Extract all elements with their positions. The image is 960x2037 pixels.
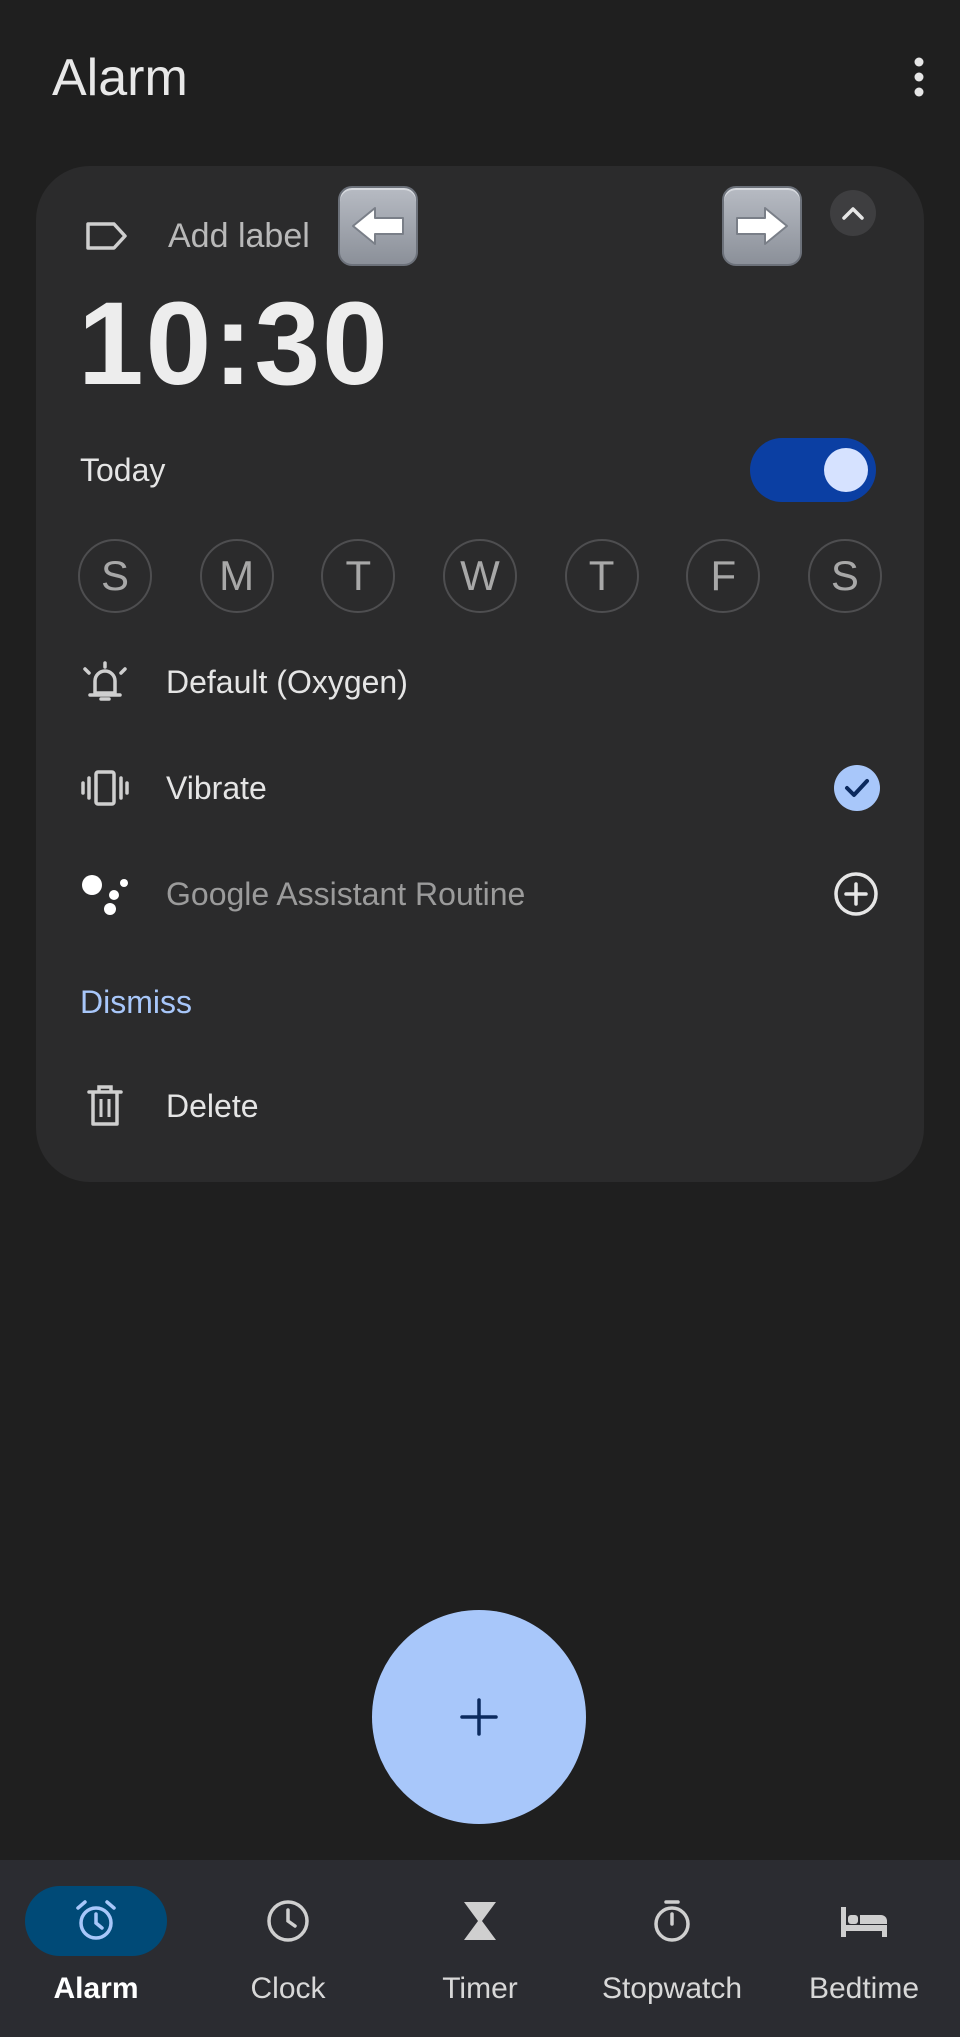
- nav-pill-clock: [217, 1886, 359, 1956]
- page-title: Alarm: [52, 49, 188, 107]
- nav-label-timer: Timer: [442, 1972, 518, 2005]
- alarm-bell-icon: [80, 657, 130, 707]
- nav-pill-stopwatch: [601, 1886, 743, 1956]
- day-chip-tuesday[interactable]: T: [321, 539, 396, 613]
- days-row: S M T W T F S: [78, 539, 882, 613]
- vibrate-checkbox[interactable]: [834, 765, 880, 811]
- right-arrow-icon: [736, 207, 788, 245]
- nav-pill-alarm: [25, 1886, 167, 1956]
- dismiss-button[interactable]: Dismiss: [80, 984, 192, 1021]
- trash-icon: [80, 1081, 130, 1131]
- assistant-routine-label: Google Assistant Routine: [166, 875, 526, 912]
- bed-icon: [841, 1907, 887, 1937]
- plus-icon: [460, 1698, 498, 1736]
- nav-label-alarm: Alarm: [53, 1972, 139, 2005]
- vibrate-label: Vibrate: [166, 769, 267, 806]
- check-icon: [845, 779, 869, 797]
- alarm-card: Add label 10:30 Today S M T W T F S Defa…: [36, 166, 924, 1182]
- delete-label: Delete: [166, 1087, 259, 1124]
- day-chip-saturday[interactable]: S: [807, 539, 882, 613]
- add-label-text[interactable]: Add label: [168, 217, 310, 256]
- nav-label-clock: Clock: [250, 1972, 326, 2005]
- app-bar: Alarm: [0, 0, 960, 150]
- nav-item-stopwatch[interactable]: Stopwatch: [576, 1886, 768, 2026]
- more-vert-icon: [914, 57, 924, 97]
- nav-item-timer[interactable]: Timer: [384, 1886, 576, 2026]
- alarm-time[interactable]: 10:30: [78, 276, 390, 412]
- ringtone-row[interactable]: Default (Oxygen): [80, 652, 880, 712]
- ringtone-label: Default (Oxygen): [166, 663, 408, 700]
- nav-label-bedtime: Bedtime: [808, 1972, 920, 2005]
- more-options-button[interactable]: [904, 52, 934, 102]
- delete-row[interactable]: Delete: [80, 1076, 880, 1136]
- day-chip-sunday[interactable]: S: [78, 539, 152, 613]
- left-arrow-button[interactable]: [338, 186, 418, 266]
- day-chip-friday[interactable]: F: [686, 539, 761, 613]
- alarm-icon: [76, 1900, 116, 1940]
- nav-item-bedtime[interactable]: Bedtime: [768, 1886, 960, 2026]
- left-arrow-icon: [352, 207, 404, 245]
- hourglass-icon: [464, 1902, 496, 1940]
- nav-item-clock[interactable]: Clock: [192, 1886, 384, 2026]
- vibrate-row[interactable]: Vibrate: [80, 758, 880, 818]
- collapse-button[interactable]: [830, 190, 876, 236]
- day-chip-thursday[interactable]: T: [564, 539, 639, 613]
- add-circle-icon: [834, 872, 878, 916]
- nav-pill-bedtime: [793, 1886, 935, 1956]
- google-assistant-icon: [80, 869, 130, 919]
- stopwatch-icon: [654, 1900, 690, 1942]
- chevron-up-icon: [842, 207, 864, 220]
- add-routine-button[interactable]: [832, 870, 880, 918]
- clock-icon: [267, 1900, 309, 1942]
- day-chip-wednesday[interactable]: W: [442, 539, 517, 613]
- bottom-navigation: Alarm Clock Timer Stopwatch Bedtime: [0, 1860, 960, 2037]
- schedule-label: Today: [80, 452, 166, 488]
- alarm-toggle[interactable]: [750, 438, 876, 502]
- right-arrow-button[interactable]: [722, 186, 802, 266]
- nav-label-stopwatch: Stopwatch: [601, 1972, 743, 2005]
- assistant-routine-row[interactable]: Google Assistant Routine: [80, 864, 880, 924]
- add-alarm-button[interactable]: [372, 1610, 586, 1824]
- nav-item-alarm[interactable]: Alarm: [0, 1886, 192, 2026]
- label-icon: [84, 216, 130, 256]
- day-chip-monday[interactable]: M: [199, 539, 274, 613]
- vibrate-icon: [80, 763, 130, 813]
- nav-pill-timer: [409, 1886, 551, 1956]
- toggle-knob: [824, 448, 868, 492]
